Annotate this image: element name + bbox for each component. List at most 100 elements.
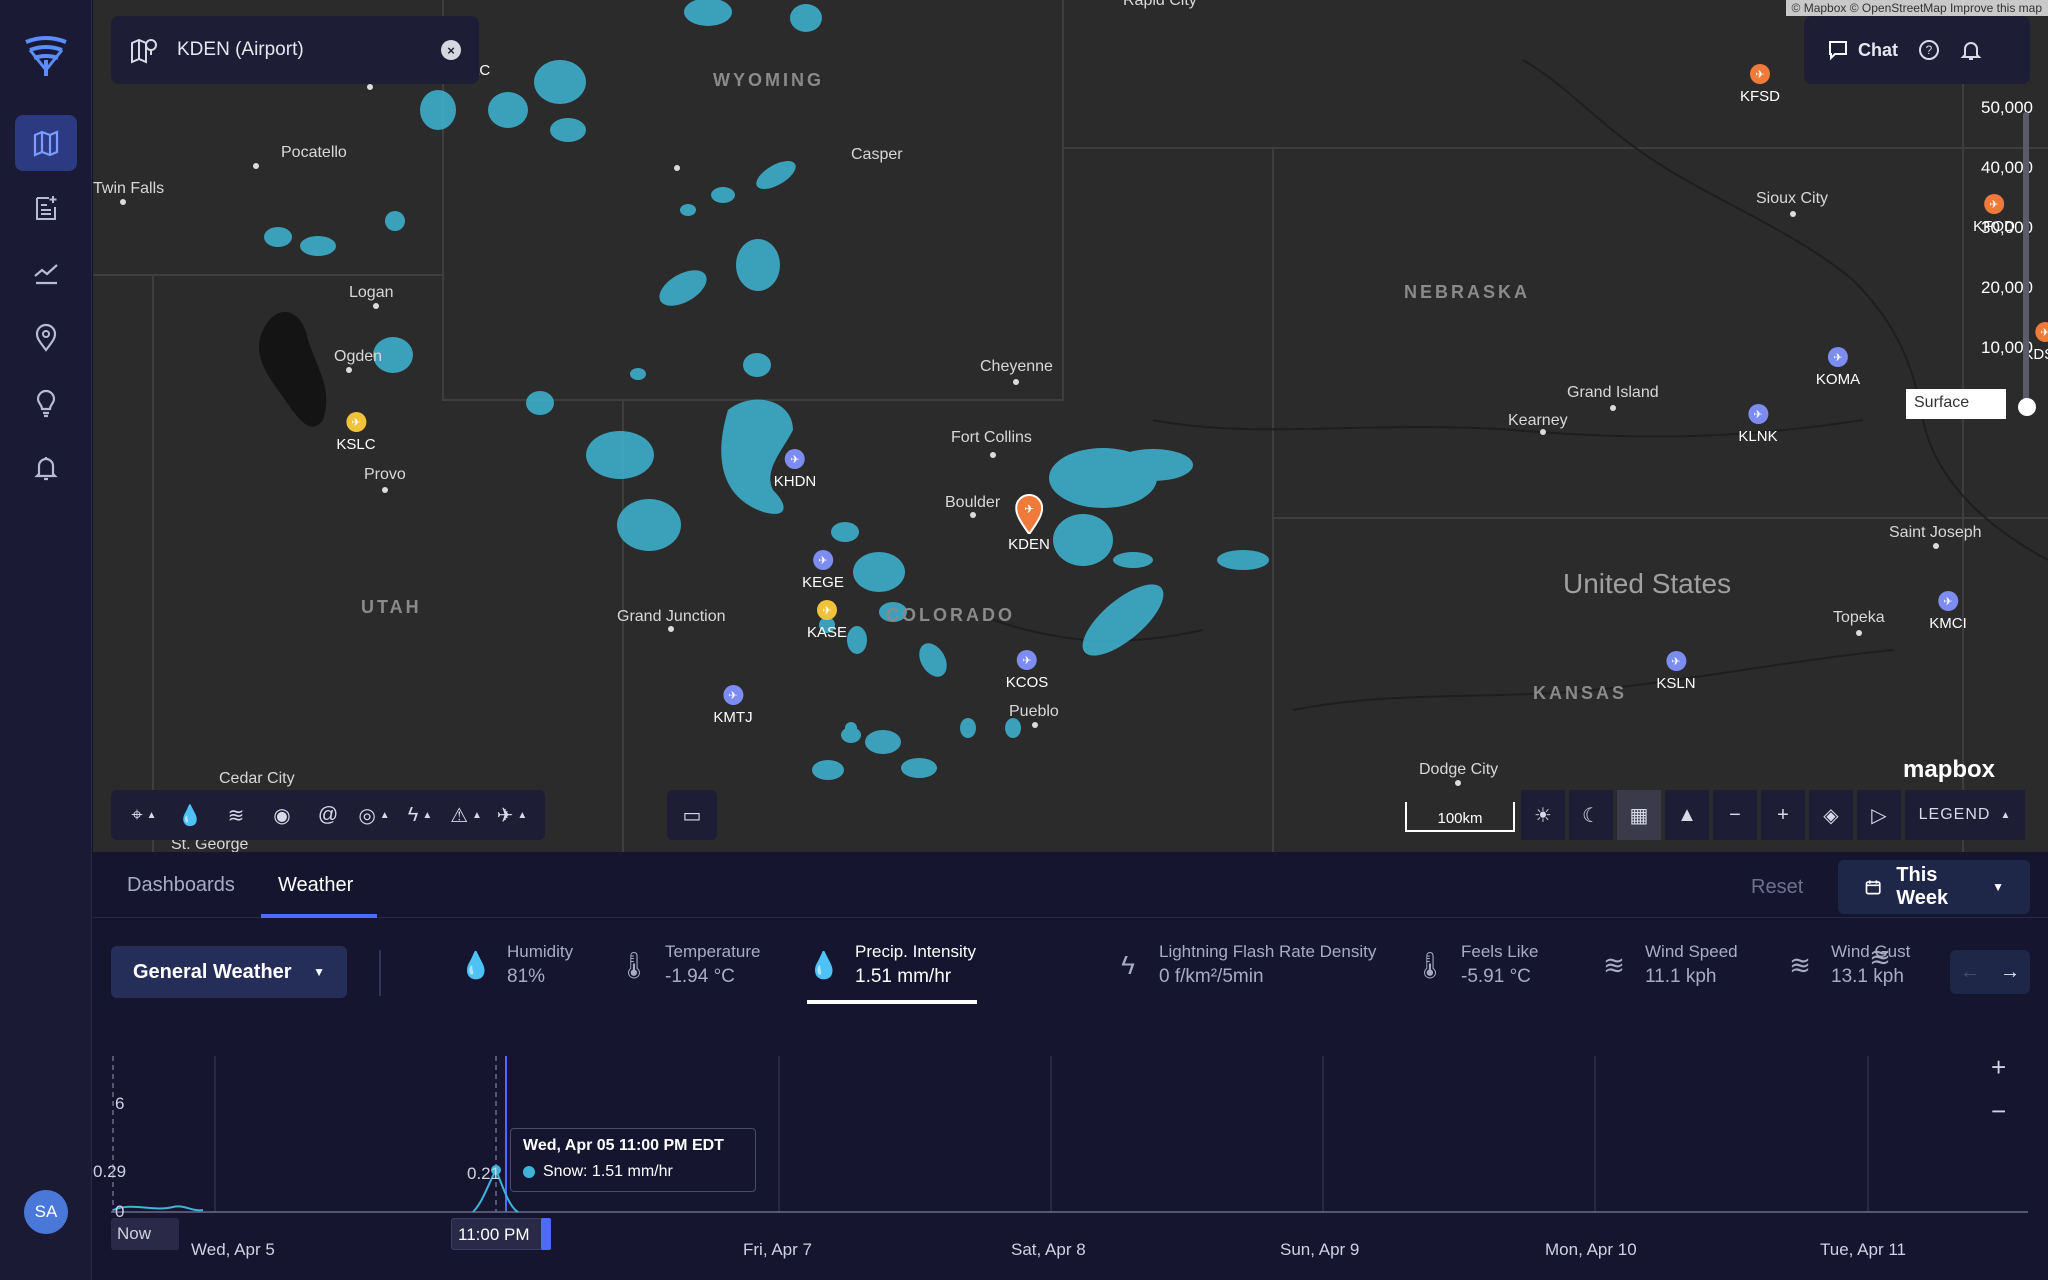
city-label: Fort Collins [951,429,1032,446]
airport-marker[interactable]: ✈ KSLN [1656,651,1696,692]
state-label: UTAH [361,597,422,617]
reset-button[interactable]: Reset [1751,876,1803,899]
airport-marker-selected[interactable]: ✈ KDEN [1008,494,1050,553]
sun-icon: ☀ [1534,804,1552,827]
chart-zoom-out-icon[interactable]: − [1991,1096,2006,1127]
date-range-button[interactable]: This Week ▼ [1838,860,2030,914]
city-label: Casper [851,146,903,163]
airport-orange-icon: ✈ [1749,64,1770,84]
precip-layer-button[interactable]: 💧 [167,790,213,840]
metric-precip-intensity[interactable]: 💧 Precip. Intensity 1.51 mm/hr [807,942,976,988]
x-tick: Mon, Apr 10 [1545,1240,1637,1259]
compass-arrow-icon: ▲ [1677,803,1697,826]
light-mode-button[interactable]: ☀ [1521,790,1565,840]
lightning-icon: ϟ [407,803,419,826]
nav-alerts[interactable] [15,440,77,496]
city-label: Rapid City [1123,0,1197,9]
now-marker[interactable]: Now [111,1218,179,1250]
flights-layer-button[interactable]: ✈ ▲ [489,790,535,840]
measure-button[interactable]: ▭ [667,790,717,840]
location-layer-button[interactable]: ⌖ ▲ [121,790,167,840]
wind-layer-button[interactable]: ≋ [213,790,259,840]
mapbox-logo[interactable]: mapbox [1903,756,1995,784]
metric-partial[interactable]: ≋ [1863,942,1933,973]
chat-button[interactable]: Chat [1826,38,1898,62]
city-label: Cedar City [219,770,295,787]
hurricane-layer-button[interactable]: @ [305,790,351,840]
dark-mode-button[interactable]: ☾ [1569,790,1613,840]
avatar[interactable]: SA [24,1190,68,1234]
nav-locations[interactable] [15,310,77,366]
satellite-style-button[interactable]: ▦ [1617,790,1661,840]
help-icon[interactable]: ? [1918,39,1940,61]
hurricane-icon: @ [317,803,339,826]
moon-icon: ☾ [1582,804,1600,827]
airport-marker[interactable]: ✈ KMTJ [713,685,753,726]
airport-marker[interactable]: ✈ KMCI [1929,591,1967,632]
caret-up-icon: ▲ [422,809,433,821]
nav-insights[interactable] [15,375,77,431]
svg-text:?: ? [1926,43,1933,57]
airport-marker[interactable]: ✈ KEGE [802,550,844,591]
metric-wind-speed[interactable]: ≋ Wind Speed 11.1 kph [1597,942,1738,988]
3d-view-button[interactable]: ◈ [1809,790,1853,840]
app-logo[interactable] [22,34,70,78]
tab-weather[interactable]: Weather [278,874,353,897]
arrow-right-icon[interactable]: → [2000,961,2020,984]
metric-lightning[interactable]: ϟ Lightning Flash Rate Density 0 f/km²/5m… [1111,942,1376,988]
y-tick: 6 [115,1094,125,1113]
nav-analytics[interactable] [15,245,77,301]
clear-search-icon[interactable]: × [441,40,461,60]
airport-marker[interactable]: ✈ KSLC [336,412,376,453]
precip-chart[interactable]: 6 0 0.29 0.21 Wed, Apr 5 Fri, Apr 7 Sat,… [93,1052,2048,1280]
search-input[interactable]: KDEN (Airport) [177,39,441,61]
city-label: Sioux City [1756,190,1829,207]
airport-marker[interactable]: ✈ KFSD [1740,64,1780,105]
caret-up-icon: ▲ [472,809,482,821]
airport-marker[interactable]: ✈ KLNK [1738,404,1778,445]
caret-up-icon: ▲ [517,809,528,821]
airport-marker[interactable]: ✈ KCOS [1006,650,1048,691]
cube-icon: ◈ [1823,804,1839,827]
zoom-out-button[interactable]: − [1713,790,1757,840]
time-cursor-handle[interactable] [541,1218,551,1250]
weather-map[interactable]: Rapid City Twin Falls Pocatello Casper S… [93,0,2048,852]
nav-map[interactable] [15,115,77,171]
notification-bell-icon[interactable] [1960,39,1982,61]
north-button[interactable]: ▲ [1665,790,1709,840]
metric-temperature[interactable]: 🌡 Temperature -1.94 °C [617,942,760,988]
calendar-icon [1865,880,1881,895]
metric-feels-like[interactable]: 🌡 Feels Like -5.91 °C [1413,942,1538,988]
lightning-layer-button[interactable]: ϟ ▲ [397,790,443,840]
arrow-left-icon[interactable]: ← [1960,961,1980,984]
airport-marker[interactable]: ✈ KASE [807,600,847,641]
fire-layer-button[interactable]: ◉ [259,790,305,840]
caret-down-icon: ▼ [1992,880,2004,894]
point-label: 0.29 [93,1162,127,1181]
nav-reports[interactable] [15,180,77,236]
legend-button[interactable]: LEGEND ▲ [1905,790,2025,840]
airport-marker[interactable]: ✈ KHDN [774,449,816,490]
zoom-in-button[interactable]: + [1761,790,1805,840]
time-cursor-label[interactable]: 11:00 PM [451,1218,551,1250]
airport-orange-icon: ✈ [2035,322,2048,342]
chart-zoom-in-icon[interactable]: + [1991,1052,2006,1083]
airport-yellow-icon: ✈ [817,600,837,620]
alerts-layer-button[interactable]: ⚠ ▲ [443,790,489,840]
tab-dashboards[interactable]: Dashboards [127,874,235,897]
radar-layer-button[interactable]: ◎ ▲ [351,790,397,840]
wind-gust-icon: ≋ [1789,949,1811,980]
playback-button[interactable]: ▷ [1857,790,1901,840]
map-attribution[interactable]: © Mapbox © OpenStreetMap Improve this ma… [1785,0,2048,16]
altitude-slider-handle[interactable] [2018,398,2036,416]
state-label: NEBRASKA [1404,282,1531,302]
airport-blue-icon: ✈ [1938,591,1958,611]
airport-blue-icon: ✈ [722,685,743,705]
dataset-select[interactable]: General Weather ▼ [111,946,347,998]
metric-humidity[interactable]: 💧 Humidity 81% [459,942,573,988]
radar-icon: ◎ [358,804,376,827]
location-search[interactable]: KDEN (Airport) × [111,16,479,84]
altitude-slider-track[interactable] [2023,112,2029,408]
airport-marker[interactable]: ✈ KOMA [1816,347,1860,388]
chart-tooltip: Wed, Apr 05 11:00 PM EDT Snow: 1.51 mm/h… [510,1128,756,1192]
